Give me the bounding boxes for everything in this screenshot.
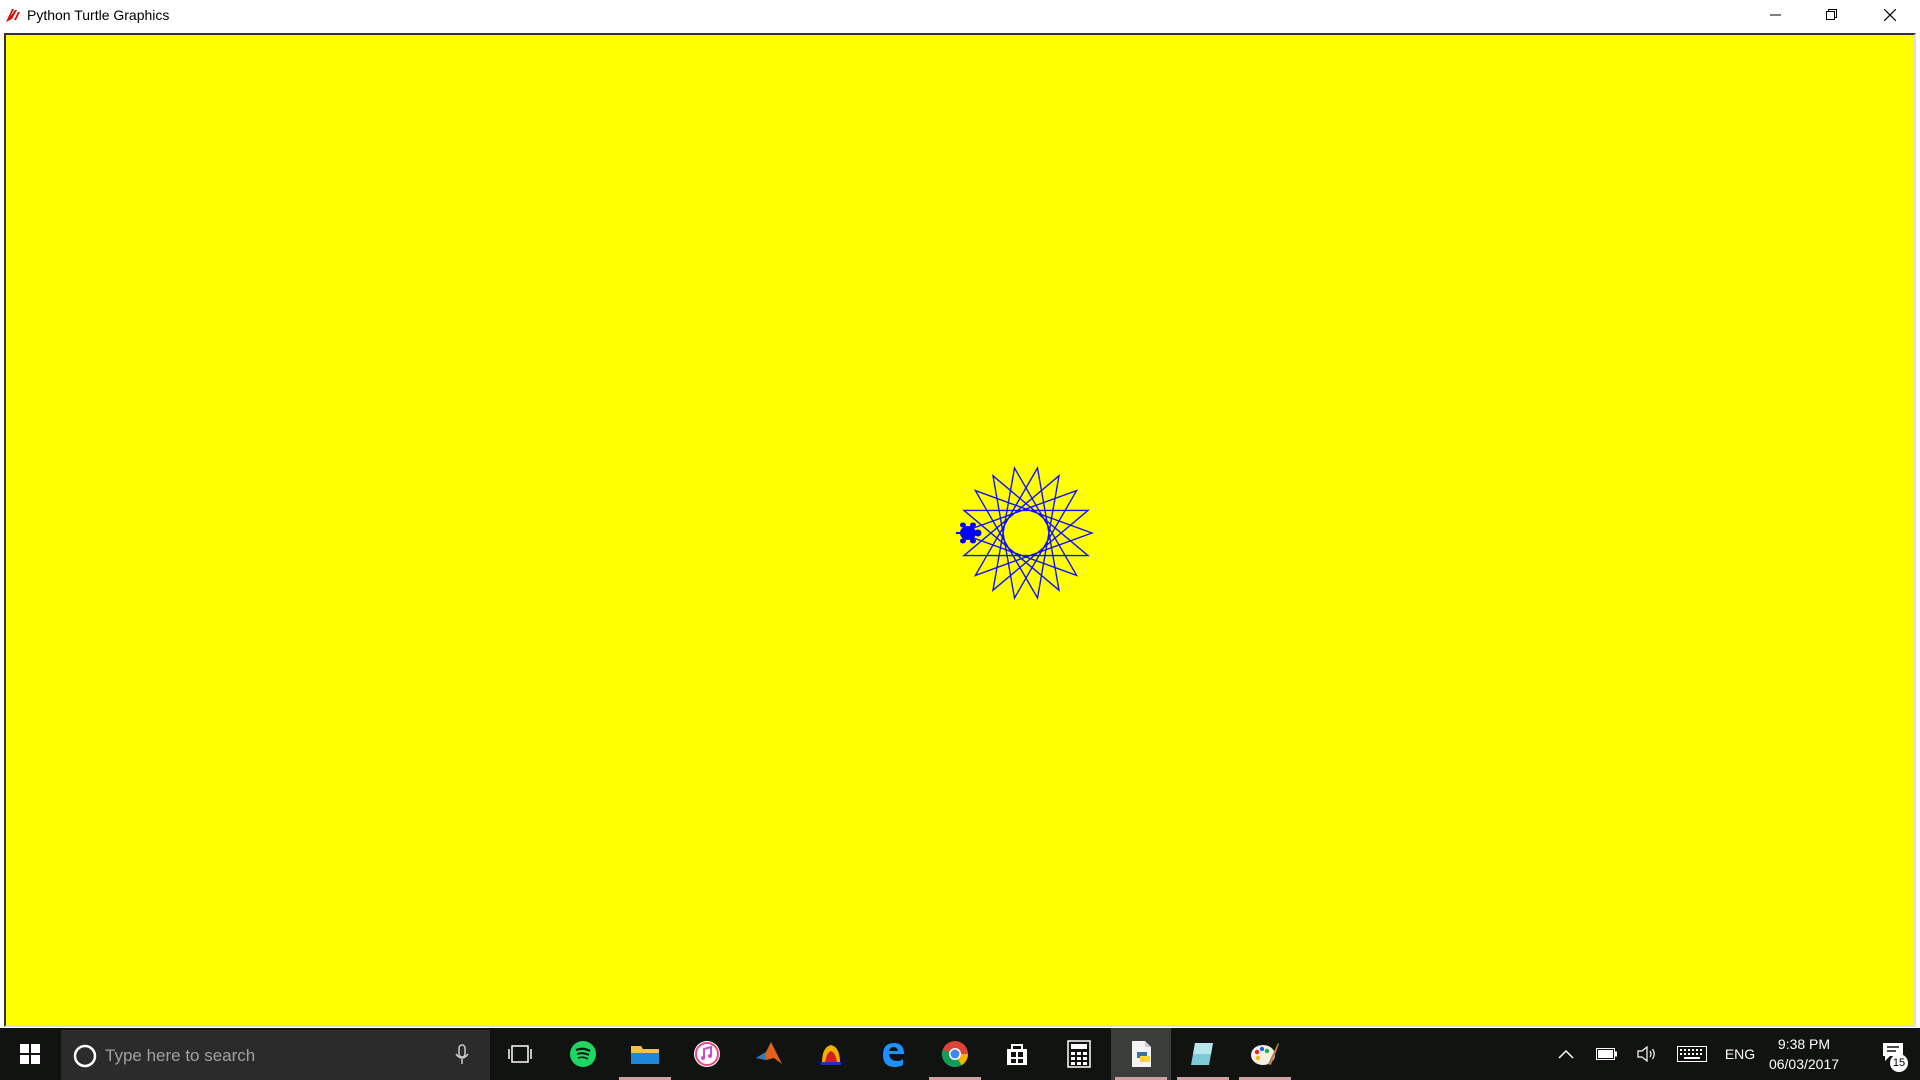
minimize-button[interactable] <box>1748 0 1804 30</box>
tk-feather-icon <box>6 9 20 22</box>
windows-logo-icon <box>20 1044 40 1064</box>
notification-count-badge: 15 <box>1890 1054 1908 1072</box>
task-view-button[interactable] <box>490 1028 550 1080</box>
touch-keyboard-button[interactable] <box>1672 1028 1712 1080</box>
store-icon <box>1007 1044 1027 1065</box>
clock-time: 9:38 PM <box>1777 1036 1831 1052</box>
paint-taskbar-button[interactable] <box>1235 1028 1295 1080</box>
chrome-taskbar-button[interactable] <box>925 1028 985 1080</box>
turtle-cursor <box>956 522 982 544</box>
folder-icon <box>631 1046 659 1064</box>
python-file-icon <box>1132 1041 1151 1067</box>
spotify-icon <box>570 1041 596 1067</box>
python-editor-taskbar-button[interactable] <box>1111 1028 1171 1080</box>
paint-3d-taskbar-button[interactable] <box>1173 1028 1233 1080</box>
window-title: Python Turtle Graphics <box>27 7 170 23</box>
app-taskbar-button[interactable] <box>801 1028 861 1080</box>
calculator-icon <box>1067 1040 1091 1068</box>
volume-button[interactable] <box>1630 1028 1664 1080</box>
restore-icon <box>1826 9 1837 20</box>
clock-date: 06/03/2017 <box>1768 1056 1840 1072</box>
paint-3d-icon <box>1191 1043 1213 1065</box>
search-placeholder: Type here to search <box>105 1046 256 1065</box>
task-view-icon <box>508 1045 532 1063</box>
taskbar: Type here to search ENG 9:38 PM 06/03/20… <box>0 1028 1920 1080</box>
restore-button[interactable] <box>1804 0 1860 30</box>
matlab-icon <box>756 1042 782 1064</box>
close-icon <box>1884 9 1896 21</box>
chevron-up-icon <box>1558 1049 1574 1059</box>
spotify-taskbar-button[interactable] <box>553 1028 613 1080</box>
language-indicator: ENG <box>1724 1046 1756 1062</box>
search-box[interactable]: Type here to search <box>61 1030 490 1080</box>
itunes-taskbar-button[interactable] <box>677 1028 737 1080</box>
battery-icon <box>1596 1048 1617 1060</box>
chrome-icon <box>941 1041 969 1068</box>
cortana-icon <box>73 1044 97 1068</box>
start-button[interactable] <box>0 1028 60 1080</box>
keyboard-icon <box>1677 1046 1707 1062</box>
edge-taskbar-button[interactable] <box>863 1028 923 1080</box>
turtle-canvas[interactable] <box>4 33 1916 1027</box>
turtle-drawing <box>956 465 1095 601</box>
store-taskbar-button[interactable] <box>987 1028 1047 1080</box>
matlab-taskbar-button[interactable] <box>739 1028 799 1080</box>
close-button[interactable] <box>1860 0 1920 30</box>
input-language-button[interactable]: ENG <box>1718 1028 1762 1080</box>
minimize-icon <box>1770 14 1781 16</box>
clock[interactable]: 9:38 PM 06/03/2017 <box>1766 1034 1842 1074</box>
paint-icon <box>1251 1043 1279 1065</box>
action-center-button[interactable]: 15 <box>1868 1028 1916 1080</box>
speaker-icon <box>1637 1046 1655 1062</box>
calculator-taskbar-button[interactable] <box>1049 1028 1109 1080</box>
microphone-icon[interactable] <box>455 1044 469 1066</box>
battery-button[interactable] <box>1590 1028 1624 1080</box>
app-icon <box>821 1045 841 1065</box>
edge-icon <box>883 1043 904 1067</box>
itunes-icon <box>694 1041 720 1067</box>
file-explorer-taskbar-button[interactable] <box>615 1028 675 1080</box>
show-hidden-icons-button[interactable] <box>1552 1028 1580 1080</box>
window-title-bar[interactable]: Python Turtle Graphics <box>0 0 1920 30</box>
